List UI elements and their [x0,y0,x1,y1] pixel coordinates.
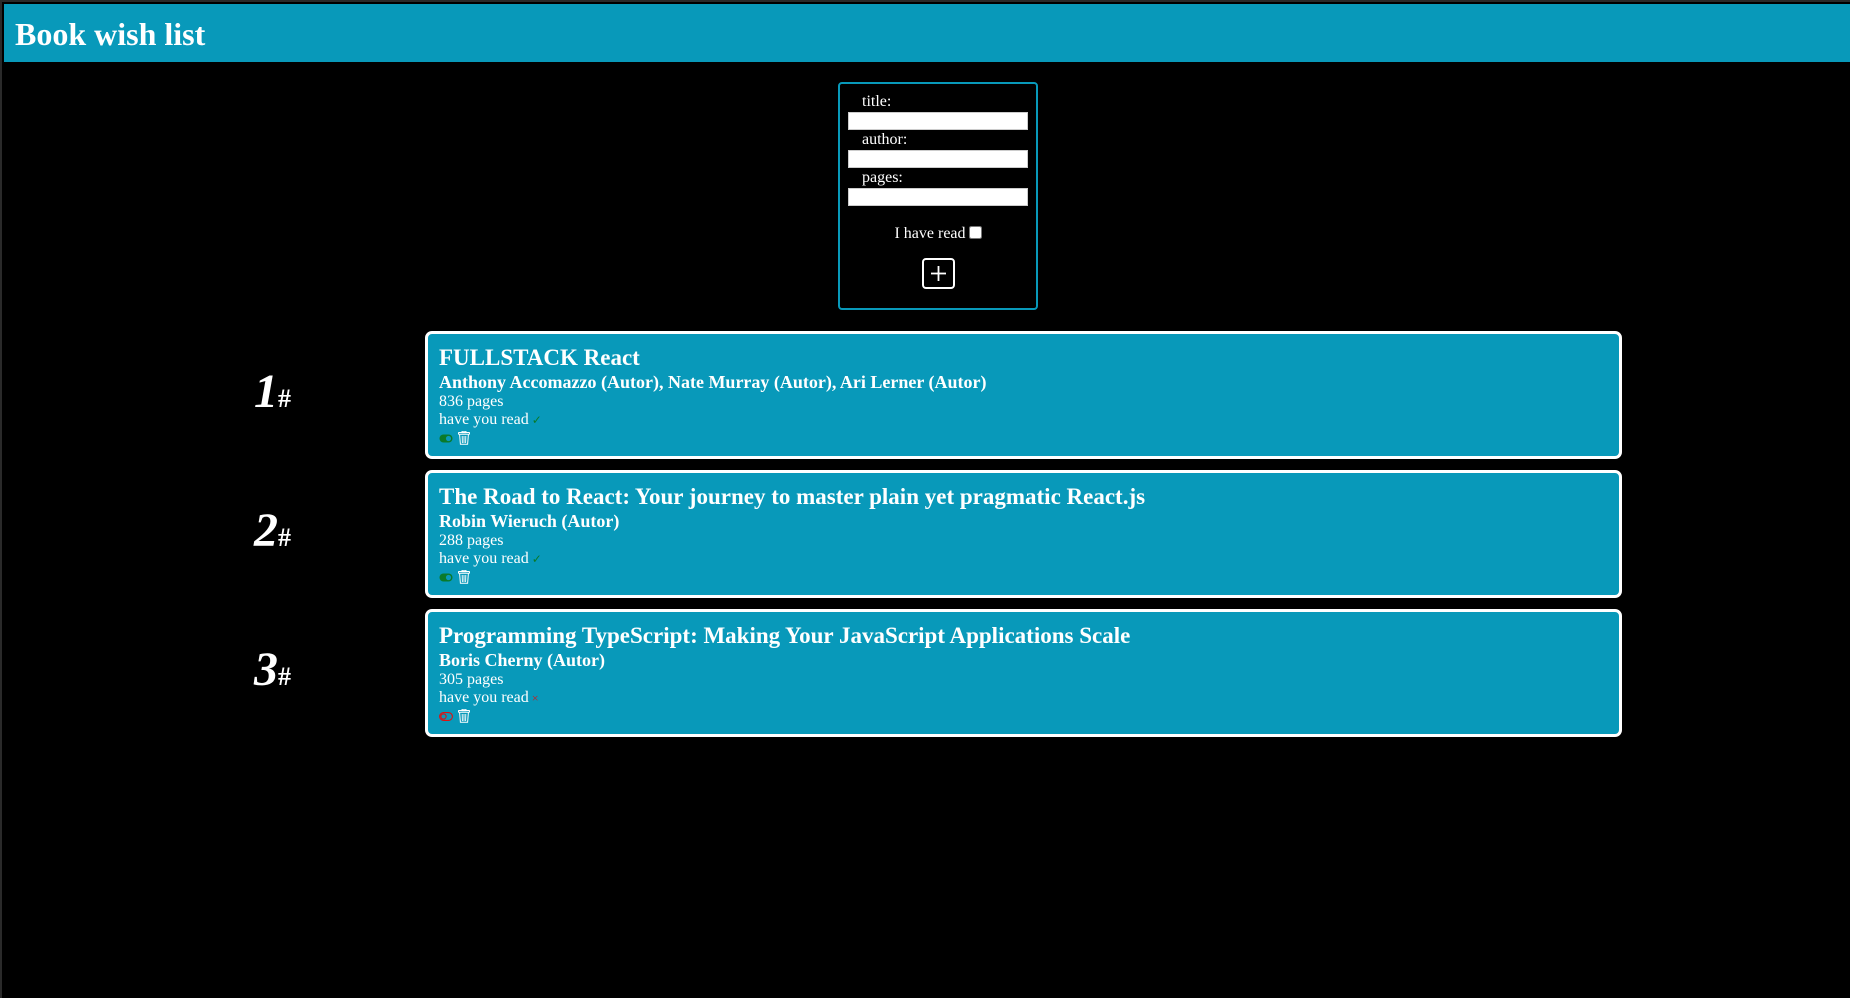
book-index-number: 1 [254,365,278,418]
book-read-label: have you read [439,550,529,567]
page-title: Book wish list [15,16,206,52]
book-index-hash: # [278,662,291,691]
book-row: 3# Programming TypeScript: Making Your J… [2,609,1850,748]
add-book-form: title: author: pages: I have read [838,82,1038,310]
app-header: Book wish list [4,4,1850,62]
book-read-status: have you read ✓ [439,411,1619,429]
book-index: 3# [254,645,291,702]
author-input[interactable] [848,150,1028,168]
title-input[interactable] [848,112,1028,130]
read-checkbox-row: I have read [848,224,1028,244]
book-row: 1# FULLSTACK React Anthony Accomazzo (Au… [2,331,1850,470]
trash-icon[interactable] [458,709,470,723]
toggle-on-icon[interactable] [439,573,453,582]
book-index: 2# [254,506,291,563]
pages-field-group: pages: [848,169,1028,206]
book-author: Robin Wieruch (Autor) [439,511,620,531]
book-index-number: 2 [254,504,278,557]
book-actions [439,429,1619,447]
book-title: Programming TypeScript: Making Your Java… [439,623,1131,648]
author-field-group: author: [848,131,1028,168]
pages-label: pages: [862,169,903,186]
toggle-on-icon[interactable] [439,434,453,443]
book-index-hash: # [278,384,291,413]
trash-icon[interactable] [458,570,470,584]
book-actions [439,707,1619,725]
book-pages: 836 pages [439,393,504,410]
book-pages: 288 pages [439,532,504,549]
read-checkbox-label: I have read [894,225,966,242]
plus-icon [930,266,946,281]
read-status-icon: ✓ [531,413,542,427]
book-author: Boris Cherny (Autor) [439,650,605,670]
book-row: 2# The Road to React: Your journey to ma… [2,470,1850,609]
read-status-icon: × [531,691,539,705]
title-label: title: [862,93,892,110]
book-read-label: have you read [439,411,529,428]
book-card: The Road to React: Your journey to maste… [425,470,1622,598]
add-book-button[interactable] [921,258,955,289]
book-read-status: have you read ✓ [439,550,1619,568]
toggle-off-icon[interactable] [439,711,453,721]
trash-icon[interactable] [458,431,470,445]
book-actions [439,568,1619,586]
app-window: Book wish list title: author: pages: I h… [0,0,1850,998]
book-read-status: have you read × [439,689,1619,707]
author-label: author: [862,131,908,148]
book-index-number: 3 [254,643,278,696]
book-index-hash: # [278,523,291,552]
book-title: The Road to React: Your journey to maste… [439,484,1146,509]
book-title: FULLSTACK React [439,345,640,370]
book-pages: 305 pages [439,671,504,688]
book-card: Programming TypeScript: Making Your Java… [425,609,1622,737]
book-author: Anthony Accomazzo (Autor), Nate Murray (… [439,372,987,392]
read-checkbox[interactable] [968,226,982,239]
pages-input[interactable] [848,188,1028,206]
book-read-label: have you read [439,689,529,706]
book-index: 1# [254,367,291,424]
title-field-group: title: [848,93,1028,130]
book-list: 1# FULLSTACK React Anthony Accomazzo (Au… [2,331,1850,748]
read-status-icon: ✓ [531,552,542,566]
book-card: FULLSTACK React Anthony Accomazzo (Autor… [425,331,1622,459]
